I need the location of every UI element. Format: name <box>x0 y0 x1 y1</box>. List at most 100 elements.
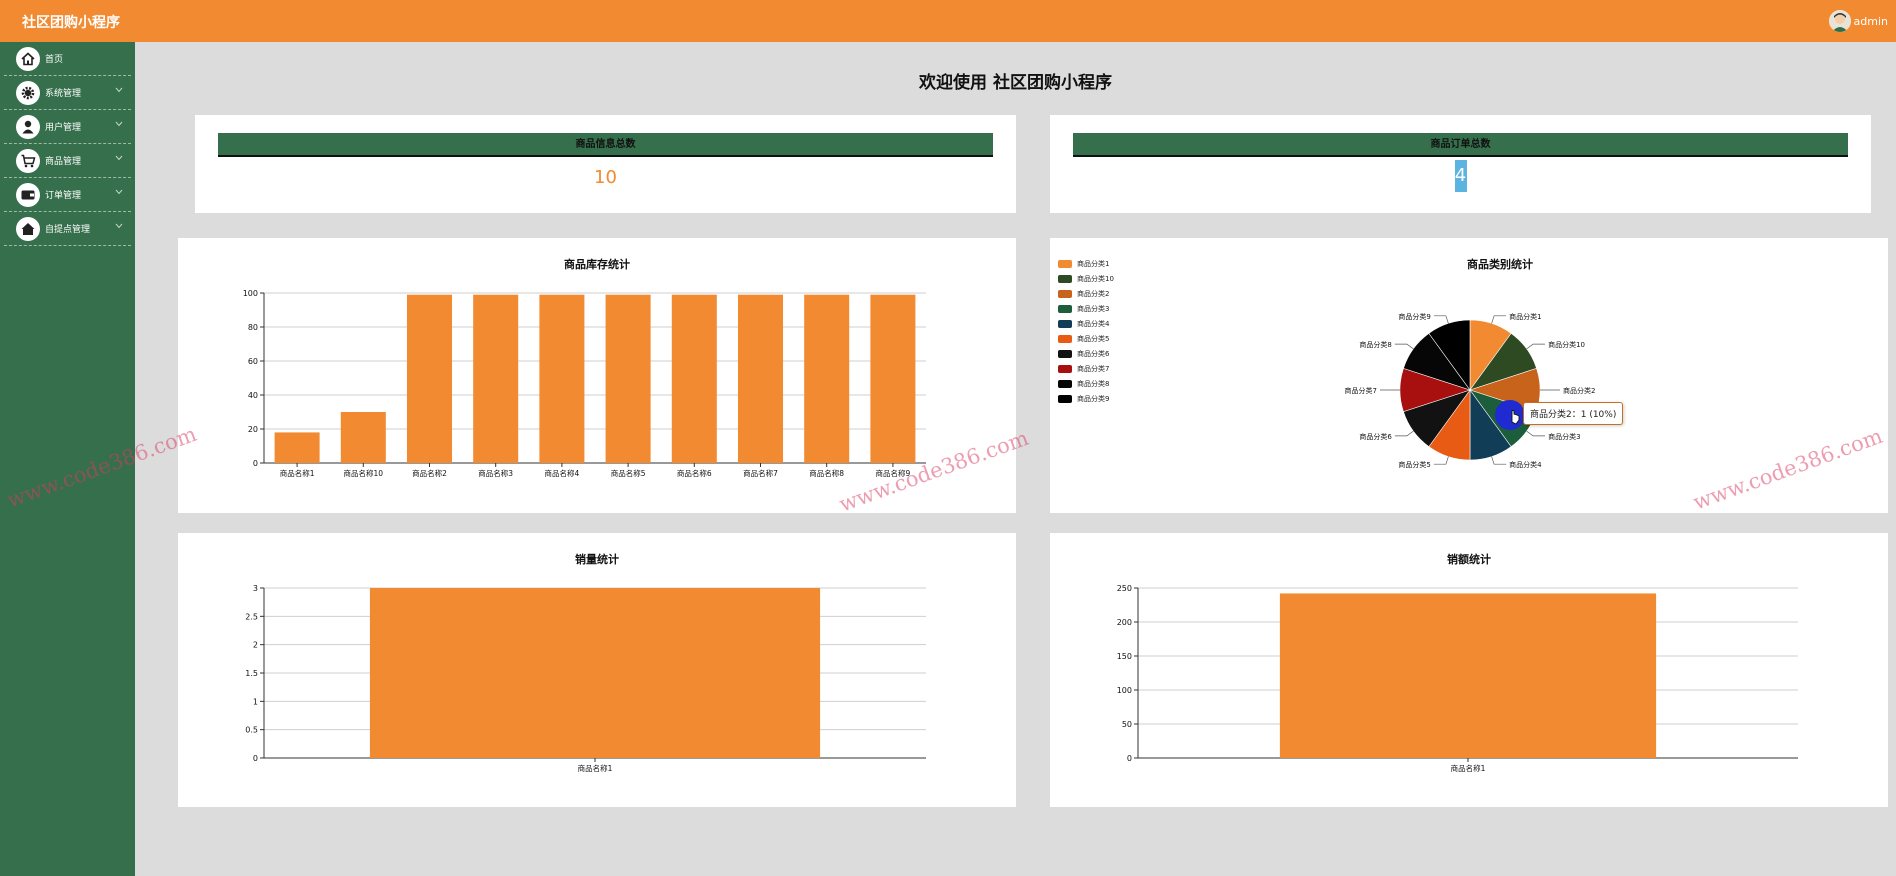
stat-label: 商品信息总数 <box>218 133 993 157</box>
stat-label: 商品订单总数 <box>1073 133 1848 157</box>
stat-value: 4 <box>1454 160 1467 192</box>
x-tick-label: 商品名称10 <box>344 468 384 478</box>
y-tick-label: 80 <box>248 323 258 332</box>
y-tick-label: 2 <box>253 641 258 650</box>
sidebar-item-label: 商品管理 <box>45 157 82 167</box>
sidebar-item-label: 自提点管理 <box>45 225 91 235</box>
x-tick-label: 商品名称4 <box>545 468 580 478</box>
bar[interactable] <box>473 294 519 463</box>
bar[interactable] <box>804 294 850 463</box>
cursor-hand-icon <box>1511 410 1520 425</box>
top-bar: 社区团购小程序 admin <box>0 0 1896 42</box>
x-tick-label: 商品名称5 <box>611 468 646 478</box>
x-tick-label: 商品名称1 <box>280 468 315 478</box>
sales-amount-chart: 0 50 100 150 200 250 商品名称1 <box>1117 584 1798 773</box>
y-tick-label: 200 <box>1117 618 1132 627</box>
pie-label-line <box>1526 343 1546 350</box>
user-avatar-icon <box>1828 10 1851 32</box>
sidebar-item-label: 系统管理 <box>45 89 82 99</box>
stat-card-orders: 商品订单总数 4 <box>1050 115 1871 213</box>
bar[interactable] <box>870 294 916 463</box>
cart-icon <box>16 148 40 173</box>
app-title: 社区团购小程序 <box>22 15 120 31</box>
y-tick-label: 100 <box>1117 686 1132 695</box>
sidebar-item-users[interactable]: 用户管理 <box>4 110 131 144</box>
stat-card-products: 商品信息总数 10 <box>195 115 1016 213</box>
bar[interactable] <box>274 432 320 463</box>
y-tick-label: 0 <box>1127 754 1132 763</box>
pie-label: 商品分类3 <box>1548 432 1580 441</box>
sidebar-item-pickup-points[interactable]: 自提点管理 <box>4 212 131 246</box>
bar[interactable] <box>340 412 386 463</box>
chart-card-category: 商品类别统计 商品分类1 商品分类10 商品分类2 商品分类3 商品分类4 商品分类5 商品… <box>1050 238 1888 513</box>
pie-label: 商品分类2 <box>1563 386 1595 395</box>
sales-volume-chart: 0 0.5 1 1.5 2 2.5 3 商品名称1 <box>245 584 926 773</box>
pie-label-line <box>1394 430 1414 437</box>
y-tick-label: 40 <box>248 391 258 400</box>
pie-label: 商品分类1 <box>1509 312 1541 321</box>
username[interactable]: admin <box>1854 15 1888 28</box>
x-tick-label: 商品名称1 <box>1451 763 1486 773</box>
chevron-down-icon <box>115 87 123 93</box>
chevron-down-icon <box>115 223 123 229</box>
y-tick-label: 0 <box>253 459 258 468</box>
bar[interactable] <box>671 294 717 463</box>
x-tick-label: 商品名称6 <box>677 468 712 478</box>
y-tick-label: 3 <box>253 584 258 593</box>
sidebar: 首页 系统管理 用户管理 商品管理 订单管理 自提点管理 <box>0 42 135 876</box>
y-tick-label: 150 <box>1117 652 1132 661</box>
y-tick-label: 1 <box>253 697 258 706</box>
inventory-chart: 0 20 40 60 80 100 商品名称1 商品名称10 商品名称2 商品名称3 商品名称4 商品… <box>243 289 926 478</box>
wallet-icon <box>16 182 40 207</box>
y-tick-label: 2.5 <box>245 612 258 621</box>
chart-card-sales-amount: 销额统计 0 50 100 150 200 250 商品名称1 <box>1050 533 1888 807</box>
y-tick-label: 250 <box>1117 584 1132 593</box>
stat-value: 10 <box>594 167 617 188</box>
x-tick-label: 商品名称3 <box>478 468 513 478</box>
pie-label-line <box>1433 456 1449 465</box>
sidebar-item-home[interactable]: 首页 <box>4 42 131 76</box>
pie-label: 商品分类7 <box>1345 386 1377 395</box>
avatar[interactable] <box>1828 10 1851 32</box>
sidebar-item-products[interactable]: 商品管理 <box>4 144 131 178</box>
x-tick-label: 商品名称1 <box>578 763 613 773</box>
pie-label: 商品分类5 <box>1398 460 1430 469</box>
house-icon <box>16 216 40 241</box>
pie-label: 商品分类10 <box>1548 340 1585 349</box>
user-icon <box>16 114 40 139</box>
sidebar-item-system[interactable]: 系统管理 <box>4 76 131 110</box>
chart-tooltip: 商品分类2：1 (10%) <box>1523 402 1624 425</box>
pie-label: 商品分类9 <box>1398 312 1430 321</box>
home-icon <box>16 46 40 71</box>
user-menu[interactable]: admin <box>1828 9 1888 33</box>
chevron-down-icon <box>115 189 123 195</box>
y-tick-label: 100 <box>243 289 258 298</box>
y-tick-label: 1.5 <box>245 669 258 678</box>
y-tick-label: 60 <box>248 357 258 366</box>
y-tick-label: 50 <box>1122 720 1132 729</box>
bar[interactable] <box>369 588 821 758</box>
pie-label-line <box>1526 430 1546 437</box>
bar[interactable] <box>1279 593 1657 758</box>
bar[interactable] <box>737 294 784 463</box>
sidebar-item-label: 用户管理 <box>45 123 82 133</box>
y-tick-label: 0.5 <box>245 726 258 735</box>
bar[interactable] <box>605 294 651 463</box>
hover-highlight <box>1495 400 1525 430</box>
page-title: 欢迎使用 社区团购小程序 <box>919 73 1112 93</box>
pie-label-line <box>1394 343 1414 350</box>
bar[interactable] <box>539 294 585 463</box>
chart-card-inventory: 商品库存统计 0 20 40 60 80 100 商品名称1 商品名称10 商品名称2 商品名称3… <box>178 238 1016 513</box>
sidebar-item-label: 订单管理 <box>45 191 82 201</box>
pie-label-line <box>1433 315 1449 324</box>
x-tick-label: 商品名称7 <box>743 468 778 478</box>
x-tick-label: 商品名称8 <box>809 468 844 478</box>
pie-label-line <box>1491 315 1507 324</box>
sidebar-item-orders[interactable]: 订单管理 <box>4 178 131 212</box>
y-tick-label: 0 <box>253 754 258 763</box>
bar[interactable] <box>406 294 453 463</box>
pie-label: 商品分类8 <box>1359 340 1391 349</box>
y-tick-label: 20 <box>248 425 258 434</box>
gear-icon <box>16 80 40 105</box>
x-tick-label: 商品名称9 <box>876 468 911 478</box>
